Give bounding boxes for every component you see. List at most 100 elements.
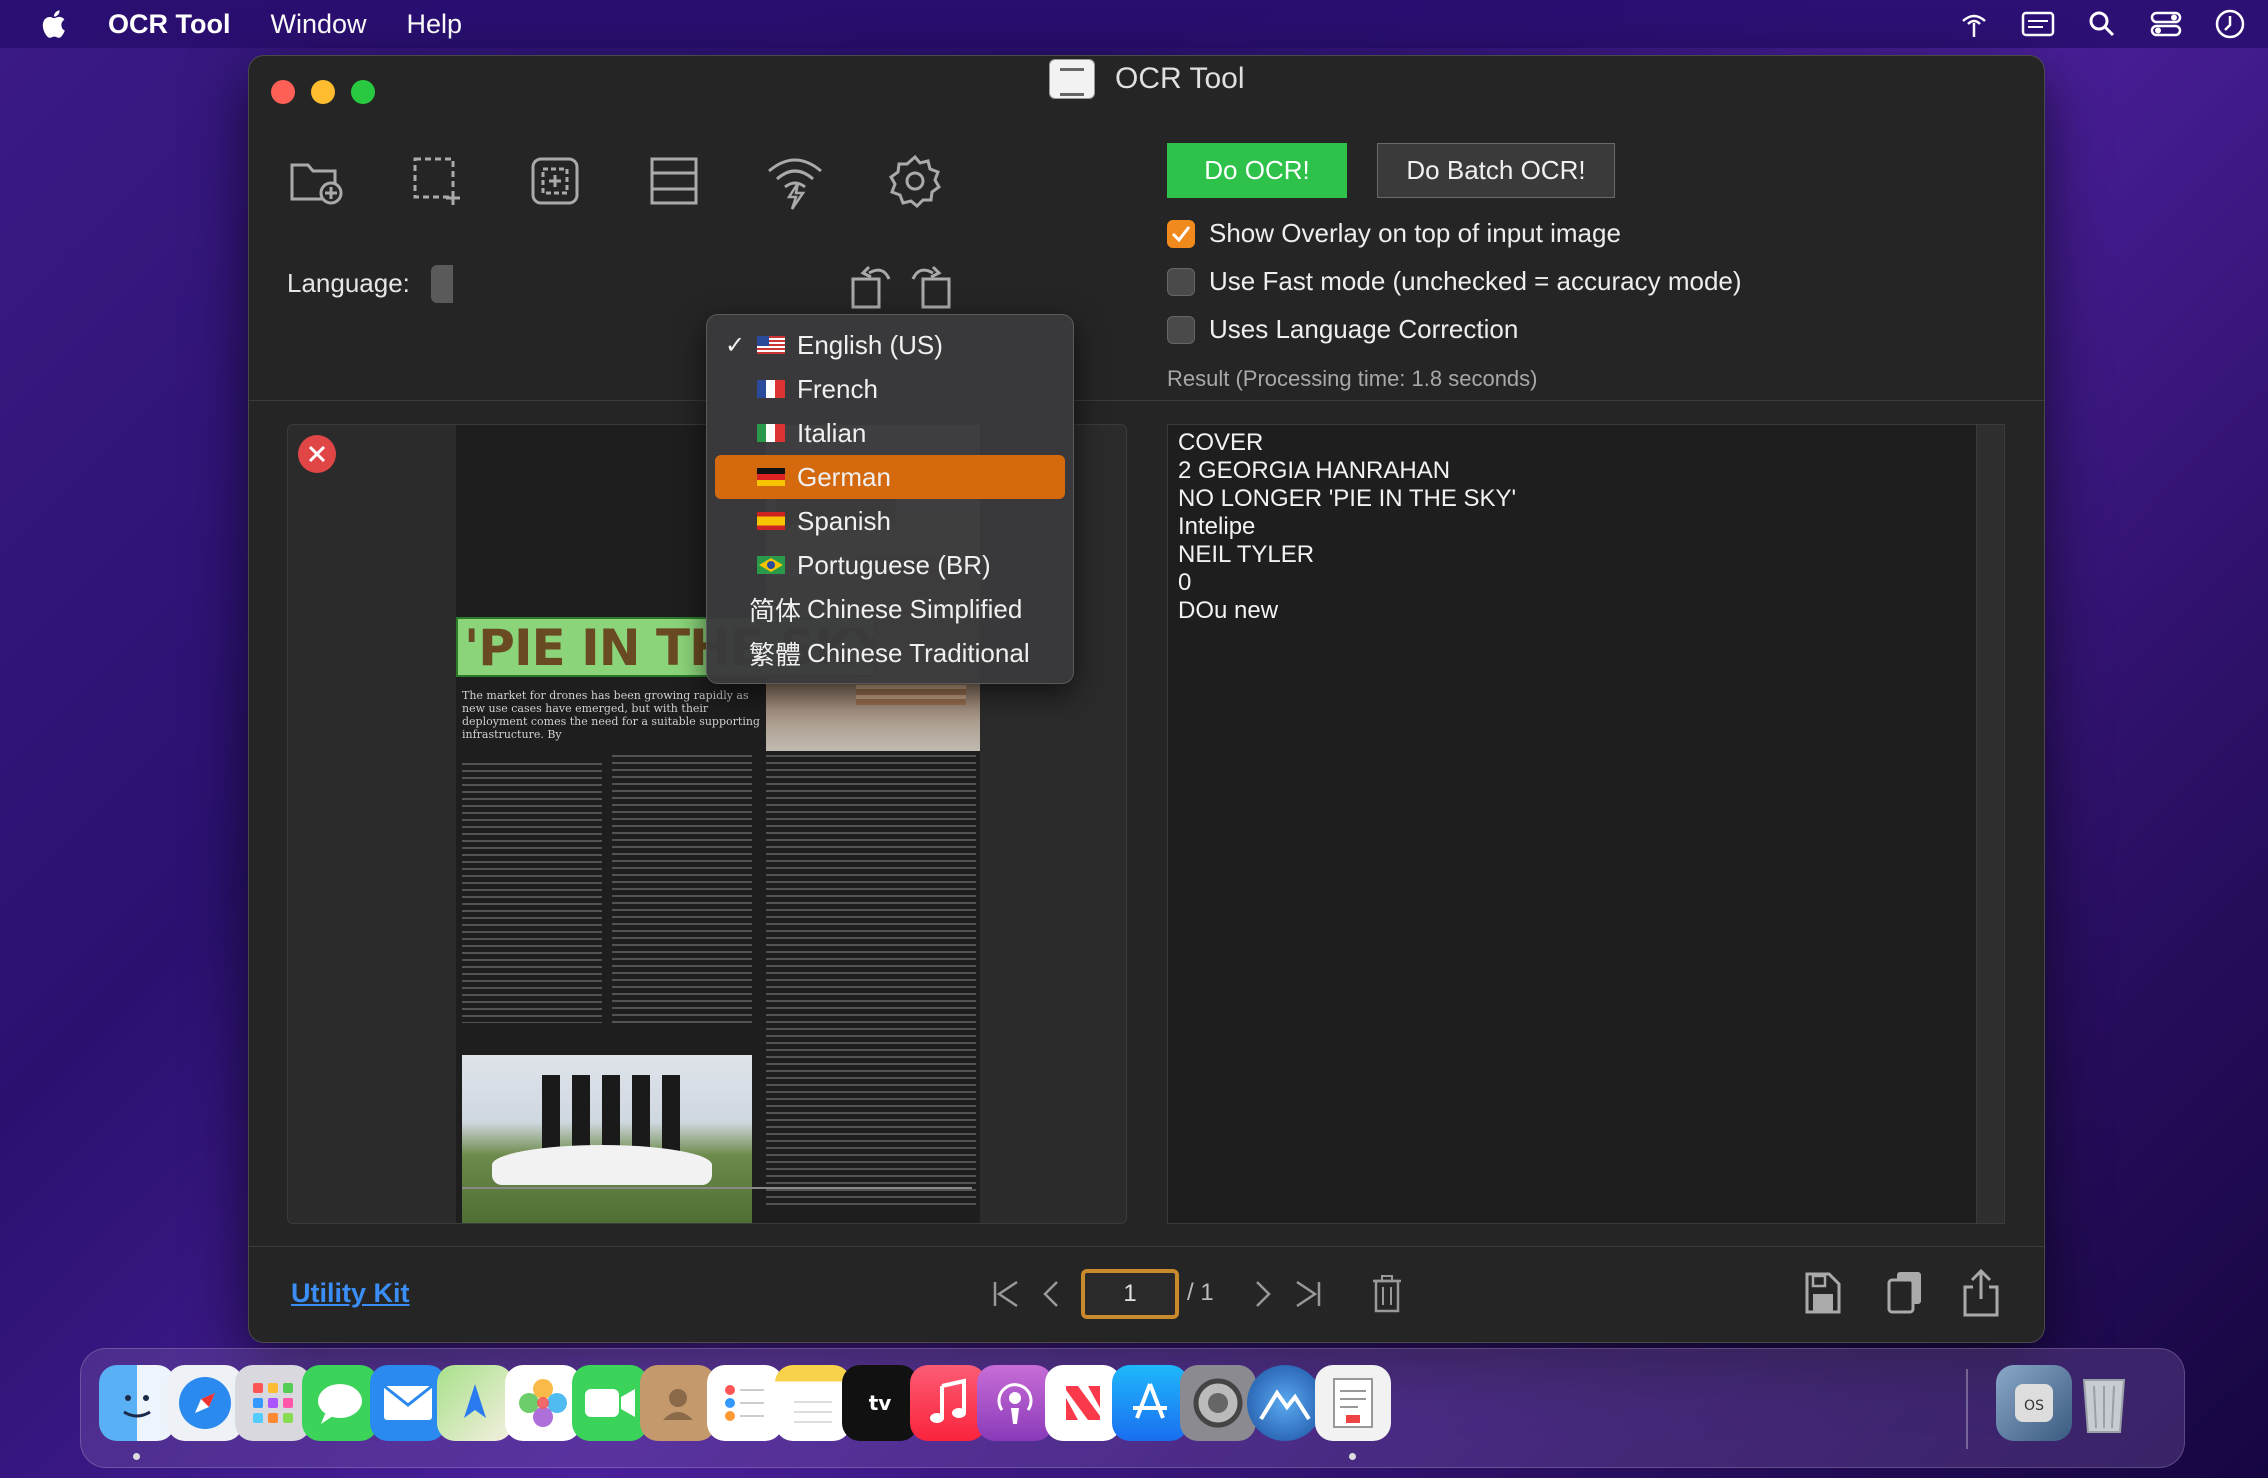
- language-option-prefix: 繁體: [749, 640, 802, 671]
- maps-icon[interactable]: [437, 1365, 513, 1441]
- copy-icon[interactable]: [1881, 1266, 1929, 1320]
- lead-paragraph: The market for drones has been growing r…: [462, 689, 760, 741]
- apple-icon[interactable]: [38, 7, 72, 41]
- next-page-icon[interactable]: [1243, 1274, 1283, 1314]
- dock-separator: [1966, 1369, 1968, 1449]
- first-page-icon[interactable]: [987, 1274, 1027, 1314]
- checkmark-icon: ✓: [724, 331, 746, 359]
- fast-mode-option[interactable]: Use Fast mode (unchecked = accuracy mode…: [1167, 266, 1742, 297]
- menu-window[interactable]: Window: [270, 9, 366, 40]
- result-line: COVER: [1178, 429, 1264, 456]
- airdrop-status-icon[interactable]: [1956, 6, 1992, 42]
- apple-tv-icon[interactable]: tv: [842, 1365, 918, 1441]
- close-window-button[interactable]: [271, 80, 295, 104]
- screen-text-icon[interactable]: [2020, 6, 2056, 42]
- language-option-label: Portuguese (BR): [797, 549, 991, 580]
- zoom-window-button[interactable]: [351, 80, 375, 104]
- language-option-chinese-traditional[interactable]: 繁體 Chinese Traditional: [715, 631, 1065, 675]
- show-overlay-option[interactable]: Show Overlay on top of input image: [1167, 218, 1621, 249]
- previous-page-icon[interactable]: [1031, 1274, 1071, 1314]
- gear-icon[interactable]: [885, 151, 945, 211]
- language-option-italian[interactable]: Italian: [715, 411, 1065, 455]
- contacts-icon[interactable]: [640, 1365, 716, 1441]
- language-option-label: French: [797, 373, 878, 404]
- macos-installer-icon[interactable]: OS: [1996, 1365, 2072, 1441]
- remove-image-button[interactable]: [298, 435, 336, 473]
- menu-help[interactable]: Help: [407, 9, 463, 40]
- podcasts-icon[interactable]: [977, 1365, 1053, 1441]
- it-flag-icon: [757, 424, 785, 442]
- clock-widget-icon[interactable]: [2212, 6, 2248, 42]
- de-flag-icon: [757, 468, 785, 486]
- language-option-chinese-simplified[interactable]: 简体 Chinese Simplified: [715, 587, 1065, 631]
- rotate-left-icon[interactable]: [849, 261, 895, 311]
- bottom-divider: [249, 1246, 2044, 1247]
- music-icon[interactable]: [910, 1365, 986, 1441]
- language-correction-option[interactable]: Uses Language Correction: [1167, 314, 1518, 345]
- messages-icon[interactable]: [302, 1365, 378, 1441]
- br-flag-icon: [757, 556, 785, 574]
- show-overlay-label: Show Overlay on top of input image: [1209, 218, 1621, 248]
- app-document-icon: [1049, 59, 1095, 99]
- page-number-field[interactable]: 1: [1081, 1269, 1179, 1319]
- language-dropdown-menu[interactable]: ✓ English (US) French Italian German Spa…: [706, 314, 1074, 684]
- menu-app-name[interactable]: OCR Tool: [108, 9, 230, 40]
- language-option-spanish[interactable]: Spanish: [715, 499, 1065, 543]
- notes-icon[interactable]: [775, 1365, 851, 1441]
- menu-bar: OCR Tool Window Help: [0, 0, 2268, 48]
- result-line: 2 GEORGIA HANRAHAN: [1178, 457, 1451, 484]
- do-batch-ocr-button[interactable]: Do Batch OCR!: [1377, 143, 1615, 198]
- window-title: OCR Tool: [1049, 56, 1245, 102]
- trash-icon[interactable]: [2066, 1365, 2142, 1441]
- result-text[interactable]: COVER 2 GEORGIA HANRAHAN NO LONGER 'PIE …: [1178, 429, 1516, 625]
- safari-icon[interactable]: [167, 1365, 243, 1441]
- result-scrollbar[interactable]: [1976, 425, 2004, 1223]
- ocr-tool-window: OCR Tool Language: Do OCR! Do Batch OCR!…: [248, 55, 2045, 1343]
- altitude-icon[interactable]: [1247, 1365, 1323, 1441]
- control-center-icon[interactable]: [2148, 6, 2184, 42]
- language-option-prefix: 简体: [749, 596, 802, 627]
- scan-icon[interactable]: [644, 151, 704, 211]
- dock: tv OS: [80, 1348, 2185, 1468]
- reminders-icon[interactable]: [707, 1365, 783, 1441]
- system-settings-icon[interactable]: [1180, 1365, 1256, 1441]
- capture-area-icon[interactable]: [525, 151, 585, 211]
- launchpad-icon[interactable]: [235, 1365, 311, 1441]
- language-option-label: Chinese Simplified: [807, 593, 1023, 624]
- language-option-english[interactable]: ✓ English (US): [715, 323, 1065, 367]
- save-document-icon[interactable]: [1799, 1266, 1847, 1320]
- language-option-portuguese[interactable]: Portuguese (BR): [715, 543, 1065, 587]
- language-option-german[interactable]: German: [715, 455, 1065, 499]
- mail-icon[interactable]: [370, 1365, 446, 1441]
- language-option-label: Chinese Traditional: [807, 637, 1030, 668]
- rotate-right-icon[interactable]: [907, 261, 953, 311]
- language-label: Language:: [287, 268, 410, 298]
- drone-team-photo: [462, 1055, 752, 1223]
- facetime-icon[interactable]: [572, 1365, 648, 1441]
- wireless-icon[interactable]: [765, 151, 825, 211]
- result-text-area[interactable]: COVER 2 GEORGIA HANRAHAN NO LONGER 'PIE …: [1167, 424, 2005, 1224]
- app-store-icon[interactable]: [1112, 1365, 1188, 1441]
- share-icon[interactable]: [1957, 1266, 2005, 1320]
- ocr-tool-icon[interactable]: [1315, 1365, 1391, 1441]
- result-line: DOu new: [1178, 597, 1279, 624]
- photos-icon[interactable]: [505, 1365, 581, 1441]
- news-icon[interactable]: [1045, 1365, 1121, 1441]
- minimize-window-button[interactable]: [311, 80, 335, 104]
- fast-mode-checkbox[interactable]: [1167, 267, 1195, 296]
- open-folder-icon[interactable]: [287, 151, 347, 211]
- fr-flag-icon: [757, 380, 785, 398]
- select-region-icon[interactable]: [407, 151, 467, 211]
- last-page-icon[interactable]: [1287, 1274, 1327, 1314]
- language-option-french[interactable]: French: [715, 367, 1065, 411]
- do-ocr-button[interactable]: Do OCR!: [1167, 143, 1347, 198]
- language-correction-label: Uses Language Correction: [1209, 314, 1519, 344]
- show-overlay-checkbox[interactable]: [1167, 219, 1195, 248]
- utility-kit-link[interactable]: Utility Kit: [291, 1278, 410, 1309]
- finder-icon[interactable]: [99, 1365, 175, 1441]
- language-correction-checkbox[interactable]: [1167, 315, 1195, 344]
- top-divider: [249, 400, 2044, 401]
- trash-icon[interactable]: [1367, 1274, 1407, 1314]
- language-popup[interactable]: [431, 265, 453, 303]
- spotlight-search-icon[interactable]: [2084, 6, 2120, 42]
